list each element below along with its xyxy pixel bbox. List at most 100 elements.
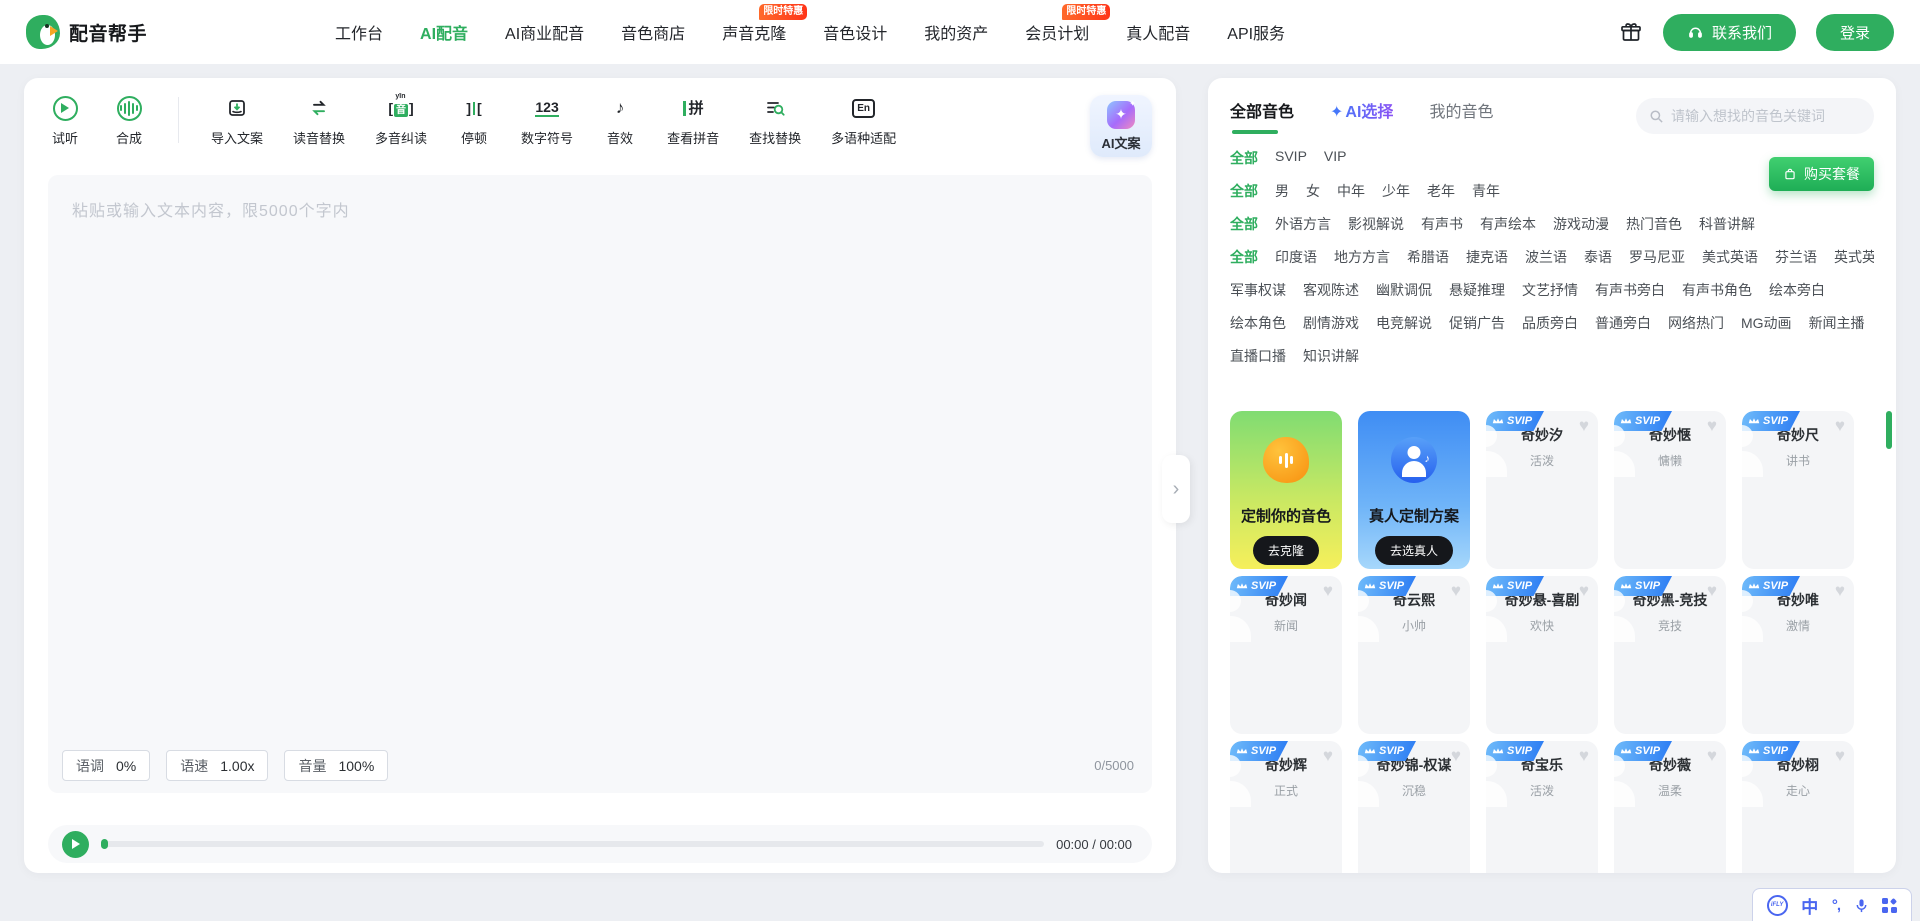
filter-all-option[interactable]: 全部 [1230, 181, 1258, 201]
filter-option[interactable]: 幽默调侃 [1376, 280, 1432, 300]
number-symbol-button[interactable]: 123数字符号 [521, 95, 573, 147]
voice-search-box[interactable] [1636, 98, 1874, 134]
listen-button[interactable]: 试听 [48, 95, 82, 147]
filter-option[interactable]: 芬兰语 [1775, 247, 1817, 267]
ime-logo-icon[interactable]: iFLY [1767, 895, 1788, 916]
nav-item-0[interactable]: 工作台 [335, 20, 383, 44]
filter-option[interactable]: MG动画 [1741, 313, 1792, 333]
favorite-heart-icon[interactable]: ♥ [1579, 417, 1589, 434]
nav-item-6[interactable]: 我的资产 [924, 20, 988, 44]
filter-option[interactable]: 老年 [1427, 181, 1455, 201]
filter-option[interactable]: 悬疑推理 [1449, 280, 1505, 300]
import-script-button[interactable]: 导入文案 [211, 95, 263, 147]
filter-option[interactable]: 网络热门 [1668, 313, 1724, 333]
promo-card-clone[interactable]: 定制你的音色去克隆 [1230, 411, 1342, 569]
app-logo[interactable]: 配音帮手 [26, 15, 147, 49]
ai-copy-button[interactable]: ✦ AI文案 [1090, 95, 1152, 157]
cards-scrollbar[interactable] [1886, 411, 1892, 449]
voice-card-9[interactable]: SVIP♥奇妙锦-权谋沉稳 [1358, 741, 1470, 873]
filter-option[interactable]: 影视解说 [1348, 214, 1404, 234]
synthesize-button[interactable]: 合成 [112, 95, 146, 147]
filter-option[interactable]: 外语方言 [1275, 214, 1331, 234]
speed-control[interactable]: 语速 1.00x [166, 750, 268, 781]
filter-option[interactable]: 印度语 [1275, 247, 1317, 267]
nav-item-9[interactable]: API服务 [1227, 20, 1285, 44]
nav-item-5[interactable]: 音色设计 [823, 20, 887, 44]
filter-option[interactable]: SVIP [1275, 148, 1307, 168]
buy-package-button[interactable]: 购买套餐 [1769, 157, 1874, 191]
polyphonic-correction-button[interactable]: [yīn音]多音纠读 [375, 95, 427, 147]
filter-option[interactable]: 男 [1275, 181, 1289, 201]
voice-card-1[interactable]: SVIP♥奇妙惬慵懒 [1614, 411, 1726, 569]
player-play-button[interactable] [62, 831, 89, 858]
promo-action-button[interactable]: 去克隆 [1253, 536, 1319, 565]
voice-card-7[interactable]: SVIP♥奇妙唯激情 [1742, 576, 1854, 734]
contact-us-button[interactable]: 联系我们 [1663, 14, 1796, 51]
promo-action-button[interactable]: 去选真人 [1375, 536, 1453, 565]
voice-card-12[interactable]: SVIP♥奇妙栩走心 [1742, 741, 1854, 873]
filter-option[interactable]: 英式英语 [1834, 247, 1874, 267]
filter-option[interactable]: 文艺抒情 [1522, 280, 1578, 300]
filter-option[interactable]: 捷克语 [1466, 247, 1508, 267]
ime-microphone-icon[interactable] [1854, 898, 1869, 913]
nav-item-3[interactable]: 音色商店 [621, 20, 685, 44]
voice-search-input[interactable] [1671, 108, 1861, 124]
voice-card-2[interactable]: SVIP♥奇妙尺讲书 [1742, 411, 1854, 569]
view-pinyin-button[interactable]: 拼查看拼音 [667, 95, 719, 147]
nav-item-4[interactable]: 声音克隆限时特惠 [722, 20, 786, 44]
filter-option[interactable]: 客观陈述 [1303, 280, 1359, 300]
volume-control[interactable]: 音量 100% [284, 750, 388, 781]
favorite-heart-icon[interactable]: ♥ [1835, 582, 1845, 599]
filter-option[interactable]: 军事权谋 [1230, 280, 1286, 300]
favorite-heart-icon[interactable]: ♥ [1451, 747, 1461, 764]
filter-option[interactable]: 地方方言 [1334, 247, 1390, 267]
voice-card-11[interactable]: SVIP♥奇妙薇温柔 [1614, 741, 1726, 873]
tab-0[interactable]: 全部音色 [1230, 98, 1294, 134]
ime-punctuation-icon[interactable]: °, [1832, 897, 1840, 914]
favorite-heart-icon[interactable]: ♥ [1451, 582, 1461, 599]
nav-item-1[interactable]: AI配音 [420, 20, 468, 44]
filter-option[interactable]: 科普讲解 [1699, 214, 1755, 234]
filter-option[interactable]: 有声书角色 [1682, 280, 1752, 300]
voice-card-3[interactable]: SVIP♥奇妙闻新闻 [1230, 576, 1342, 734]
promo-card-human[interactable]: ♪真人定制方案去选真人 [1358, 411, 1470, 569]
filter-all-option[interactable]: 全部 [1230, 247, 1258, 267]
filter-option[interactable]: 波兰语 [1525, 247, 1567, 267]
filter-option[interactable]: 品质旁白 [1522, 313, 1578, 333]
favorite-heart-icon[interactable]: ♥ [1835, 417, 1845, 434]
filter-option[interactable]: 热门音色 [1626, 214, 1682, 234]
pause-insert-button[interactable]: ][停顿 [457, 95, 491, 147]
pronunciation-replace-button[interactable]: 读音替换 [293, 95, 345, 147]
player-progress-knob[interactable] [101, 839, 108, 849]
filter-all-option[interactable]: 全部 [1230, 148, 1258, 168]
favorite-heart-icon[interactable]: ♥ [1579, 582, 1589, 599]
filter-option[interactable]: 游戏动漫 [1553, 214, 1609, 234]
filter-option[interactable]: 绘本旁白 [1769, 280, 1825, 300]
nav-item-8[interactable]: 真人配音 [1126, 20, 1190, 44]
favorite-heart-icon[interactable]: ♥ [1323, 747, 1333, 764]
filter-option[interactable]: 青年 [1472, 181, 1500, 201]
favorite-heart-icon[interactable]: ♥ [1579, 747, 1589, 764]
filter-option[interactable]: 有声书 [1421, 214, 1463, 234]
nav-item-7[interactable]: 会员计划限时特惠 [1025, 20, 1089, 44]
filter-option[interactable]: 直播口播 [1230, 346, 1286, 366]
gift-icon[interactable] [1619, 20, 1643, 44]
favorite-heart-icon[interactable]: ♥ [1707, 582, 1717, 599]
voice-card-6[interactable]: SVIP♥奇妙黑-竞技竞技 [1614, 576, 1726, 734]
filter-option[interactable]: 知识讲解 [1303, 346, 1359, 366]
voice-card-4[interactable]: SVIP♥奇云熙小帅 [1358, 576, 1470, 734]
favorite-heart-icon[interactable]: ♥ [1835, 747, 1845, 764]
filter-option[interactable]: 有声绘本 [1480, 214, 1536, 234]
favorite-heart-icon[interactable]: ♥ [1707, 417, 1717, 434]
filter-option[interactable]: 绘本角色 [1230, 313, 1286, 333]
login-button[interactable]: 登录 [1816, 14, 1894, 51]
panel-collapse-handle[interactable]: › [1162, 455, 1190, 523]
filter-option[interactable]: 女 [1306, 181, 1320, 201]
favorite-heart-icon[interactable]: ♥ [1707, 747, 1717, 764]
filter-option[interactable]: 电竞解说 [1376, 313, 1432, 333]
player-progress-bar[interactable] [101, 841, 1044, 847]
tab-2[interactable]: 我的音色 [1429, 98, 1493, 134]
filter-option[interactable]: 新闻主播 [1809, 313, 1865, 333]
voice-card-0[interactable]: SVIP♥奇妙汐活泼 [1486, 411, 1598, 569]
filter-option[interactable]: 罗马尼亚 [1629, 247, 1685, 267]
